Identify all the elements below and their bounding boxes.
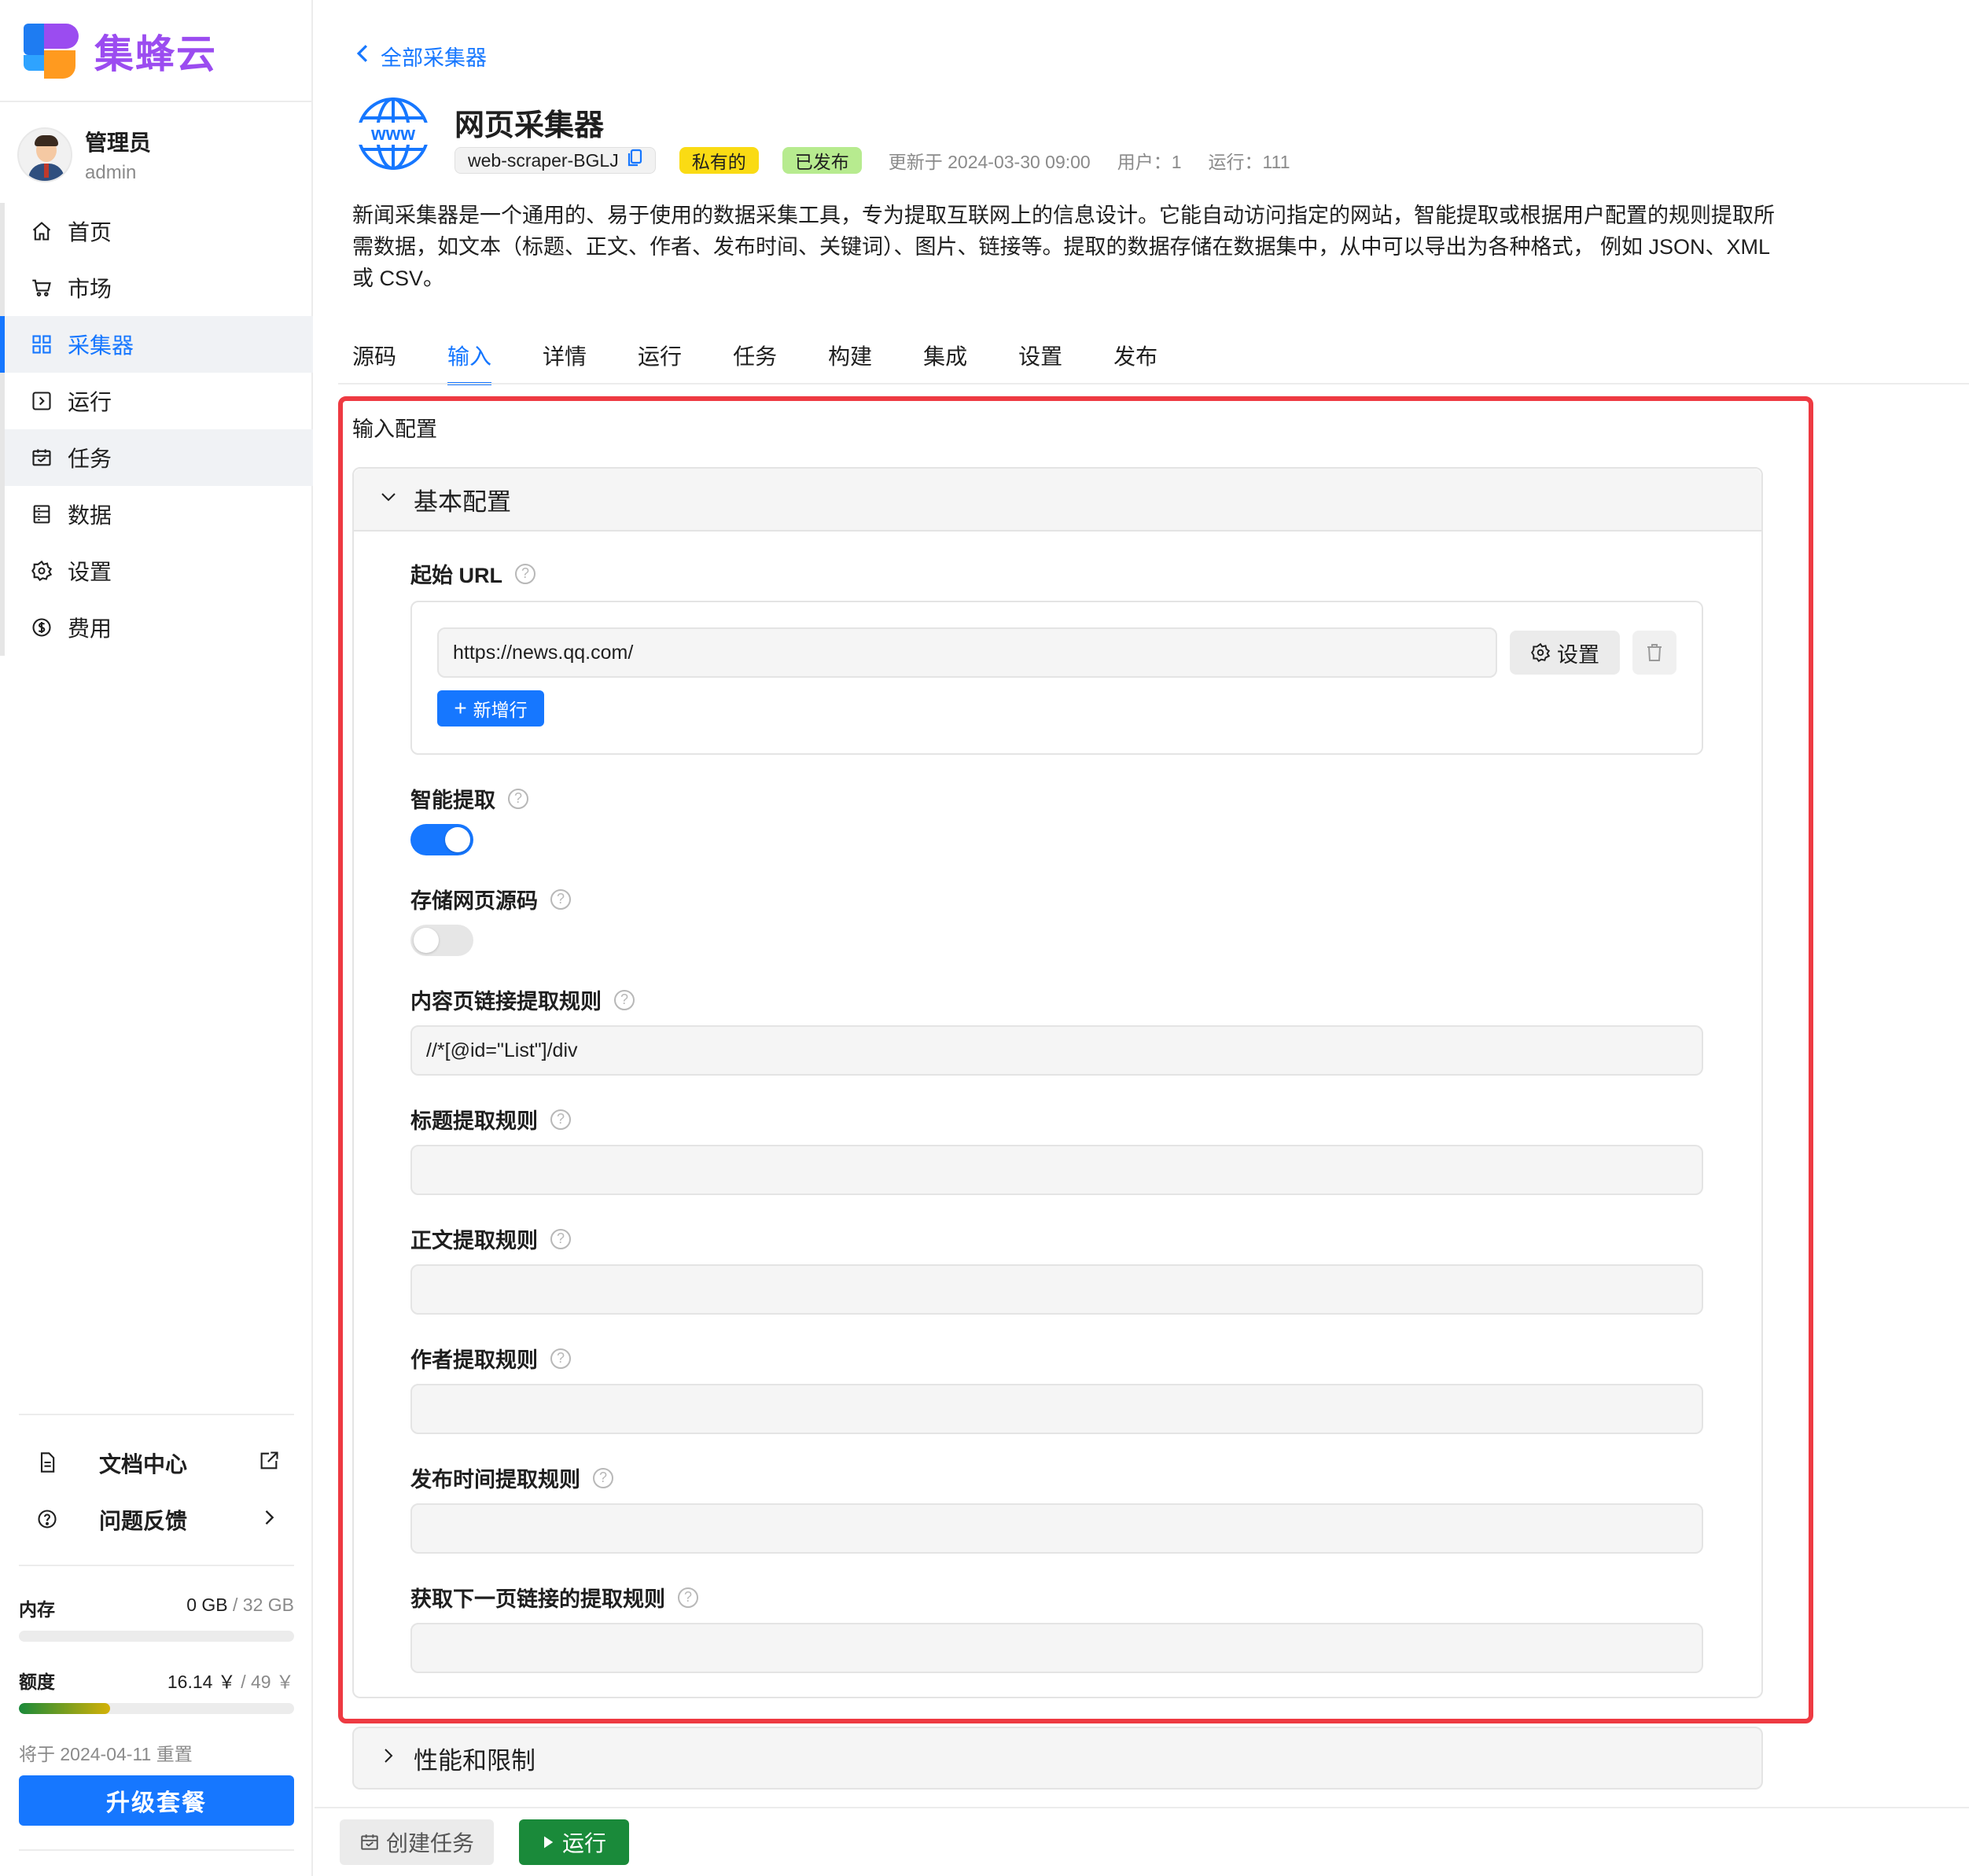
credit-quota: 额度 16.14 ￥ / 49 ￥ xyxy=(19,1667,294,1694)
sidebar-item-settings[interactable]: 设置 xyxy=(5,543,313,599)
calendar-icon xyxy=(30,446,53,469)
main-content: 全部采集器 www 网页采集器 web-scraper-BGLJ 私有的 已发布… xyxy=(315,0,1969,1876)
home-icon xyxy=(30,219,53,243)
credit-label: 额度 xyxy=(19,1672,55,1692)
memory-label: 内存 xyxy=(19,1599,55,1620)
scraper-id-tag[interactable]: web-scraper-BGLJ xyxy=(455,147,656,174)
feedback-link[interactable]: 问题反馈 xyxy=(36,1500,280,1539)
cart-icon xyxy=(30,276,53,300)
user-count: 用户：1 xyxy=(1117,152,1182,172)
credit-bar xyxy=(19,1703,294,1714)
sidebar: 集蜂云 管理员 admin 首页 市场 采集器 运行 任务 数据 设置 费用 文… xyxy=(0,0,313,1876)
sidebar-item-label: 运行 xyxy=(68,390,112,414)
tab-details[interactable]: 详情 xyxy=(543,340,587,385)
avatar xyxy=(17,127,72,182)
scraper-description: 新闻采集器是一个通用的、易于使用的数据采集工具，专为提取互联网上的信息设计。它能… xyxy=(352,204,1775,290)
sidebar-item-label: 费用 xyxy=(68,616,112,641)
run-count: 运行：111 xyxy=(1208,152,1290,172)
sidebar-item-market[interactable]: 市场 xyxy=(5,259,313,316)
divider xyxy=(0,101,313,102)
run-button[interactable]: 运行 xyxy=(519,1819,629,1865)
divider xyxy=(338,383,1969,384)
docs-link[interactable]: 文档中心 xyxy=(36,1444,280,1483)
performance-title: 性能和限制 xyxy=(414,1746,535,1775)
tab-runs[interactable]: 运行 xyxy=(638,340,682,385)
grid-icon xyxy=(30,333,53,356)
chevron-left-icon xyxy=(354,43,371,70)
sidebar-item-label: 采集器 xyxy=(68,333,134,358)
updated-time: 更新于 2024-03-30 09:00 xyxy=(888,152,1091,172)
brand[interactable]: 集蜂云 xyxy=(24,24,217,79)
published-badge: 已发布 xyxy=(782,147,862,174)
scraper-meta: web-scraper-BGLJ 私有的 已发布 更新于 2024-03-30 … xyxy=(455,146,1290,175)
divider xyxy=(315,1807,1969,1808)
memory-total: / 32 GB xyxy=(233,1595,294,1615)
page-title: 网页采集器 xyxy=(455,109,605,142)
tab-integrations[interactable]: 集成 xyxy=(923,340,967,385)
memory-used: 0 GB xyxy=(186,1595,228,1615)
sidebar-item-label: 首页 xyxy=(68,220,112,245)
calendar-icon xyxy=(359,1832,380,1852)
sidebar-nav: 首页 市场 采集器 运行 任务 数据 设置 费用 xyxy=(0,203,313,656)
performance-panel-header[interactable]: 性能和限制 xyxy=(352,1727,1763,1790)
sidebar-item-scrapers[interactable]: 采集器 xyxy=(0,316,313,373)
feedback-label: 问题反馈 xyxy=(99,1509,188,1533)
sidebar-item-tasks[interactable]: 任务 xyxy=(5,429,313,486)
brand-logo-icon xyxy=(24,24,79,79)
sidebar-item-data[interactable]: 数据 xyxy=(5,486,313,543)
copy-icon[interactable] xyxy=(627,149,642,172)
sidebar-item-home[interactable]: 首页 xyxy=(5,203,313,259)
play-icon xyxy=(542,1834,554,1850)
tab-settings[interactable]: 设置 xyxy=(1018,340,1062,385)
memory-bar xyxy=(19,1631,294,1642)
dollar-icon xyxy=(30,616,53,639)
upgrade-button[interactable]: 升级套餐 xyxy=(19,1775,294,1826)
memory-quota: 内存 0 GB / 32 GB xyxy=(19,1595,294,1621)
external-link-icon xyxy=(258,1450,280,1477)
sidebar-item-label: 数据 xyxy=(68,503,112,528)
tab-builds[interactable]: 构建 xyxy=(828,340,872,385)
back-link[interactable]: 全部采集器 xyxy=(354,41,487,72)
globe-icon: www xyxy=(355,96,431,171)
divider xyxy=(19,1414,294,1415)
run-label: 运行 xyxy=(561,1831,606,1856)
divider xyxy=(19,1565,294,1566)
divider xyxy=(19,1849,294,1851)
user-id: admin xyxy=(85,162,137,183)
gear-icon xyxy=(30,559,53,583)
sidebar-item-label: 任务 xyxy=(68,447,112,471)
scraper-id: web-scraper-BGLJ xyxy=(468,149,619,171)
credit-bar-fill xyxy=(19,1703,110,1714)
chevron-right-icon xyxy=(379,1746,398,1771)
sidebar-item-label: 市场 xyxy=(68,277,112,301)
sidebar-item-runs[interactable]: 运行 xyxy=(5,373,313,429)
database-icon xyxy=(30,502,53,526)
create-task-label: 创建任务 xyxy=(385,1831,474,1856)
brand-name: 集蜂云 xyxy=(94,32,217,76)
highlight-box xyxy=(338,396,1813,1723)
back-label: 全部采集器 xyxy=(381,46,487,70)
docs-label: 文档中心 xyxy=(99,1452,188,1477)
user-name: 管理员 xyxy=(85,131,152,155)
document-icon xyxy=(36,1451,60,1475)
sidebar-item-billing[interactable]: 费用 xyxy=(5,599,313,656)
tab-source[interactable]: 源码 xyxy=(352,340,396,385)
user-profile[interactable]: 管理员 admin xyxy=(17,126,151,184)
tab-bar: 源码 输入 详情 运行 任务 构建 集成 设置 发布 xyxy=(352,340,1209,385)
credit-total: / 49 ￥ xyxy=(241,1672,294,1692)
tab-tasks[interactable]: 任务 xyxy=(733,340,777,385)
run-icon xyxy=(30,389,53,413)
reset-note: 将于 2024-04-11 重置 xyxy=(19,1744,193,1764)
tab-input[interactable]: 输入 xyxy=(447,340,492,385)
sidebar-item-label: 设置 xyxy=(68,560,112,584)
svg-text:www: www xyxy=(370,123,415,145)
chevron-right-icon xyxy=(258,1506,280,1534)
help-icon xyxy=(36,1508,60,1532)
private-badge: 私有的 xyxy=(679,147,759,174)
tab-publish[interactable]: 发布 xyxy=(1113,340,1157,385)
credit-used: 16.14 ￥ xyxy=(167,1672,236,1692)
create-task-button[interactable]: 创建任务 xyxy=(340,1819,494,1865)
